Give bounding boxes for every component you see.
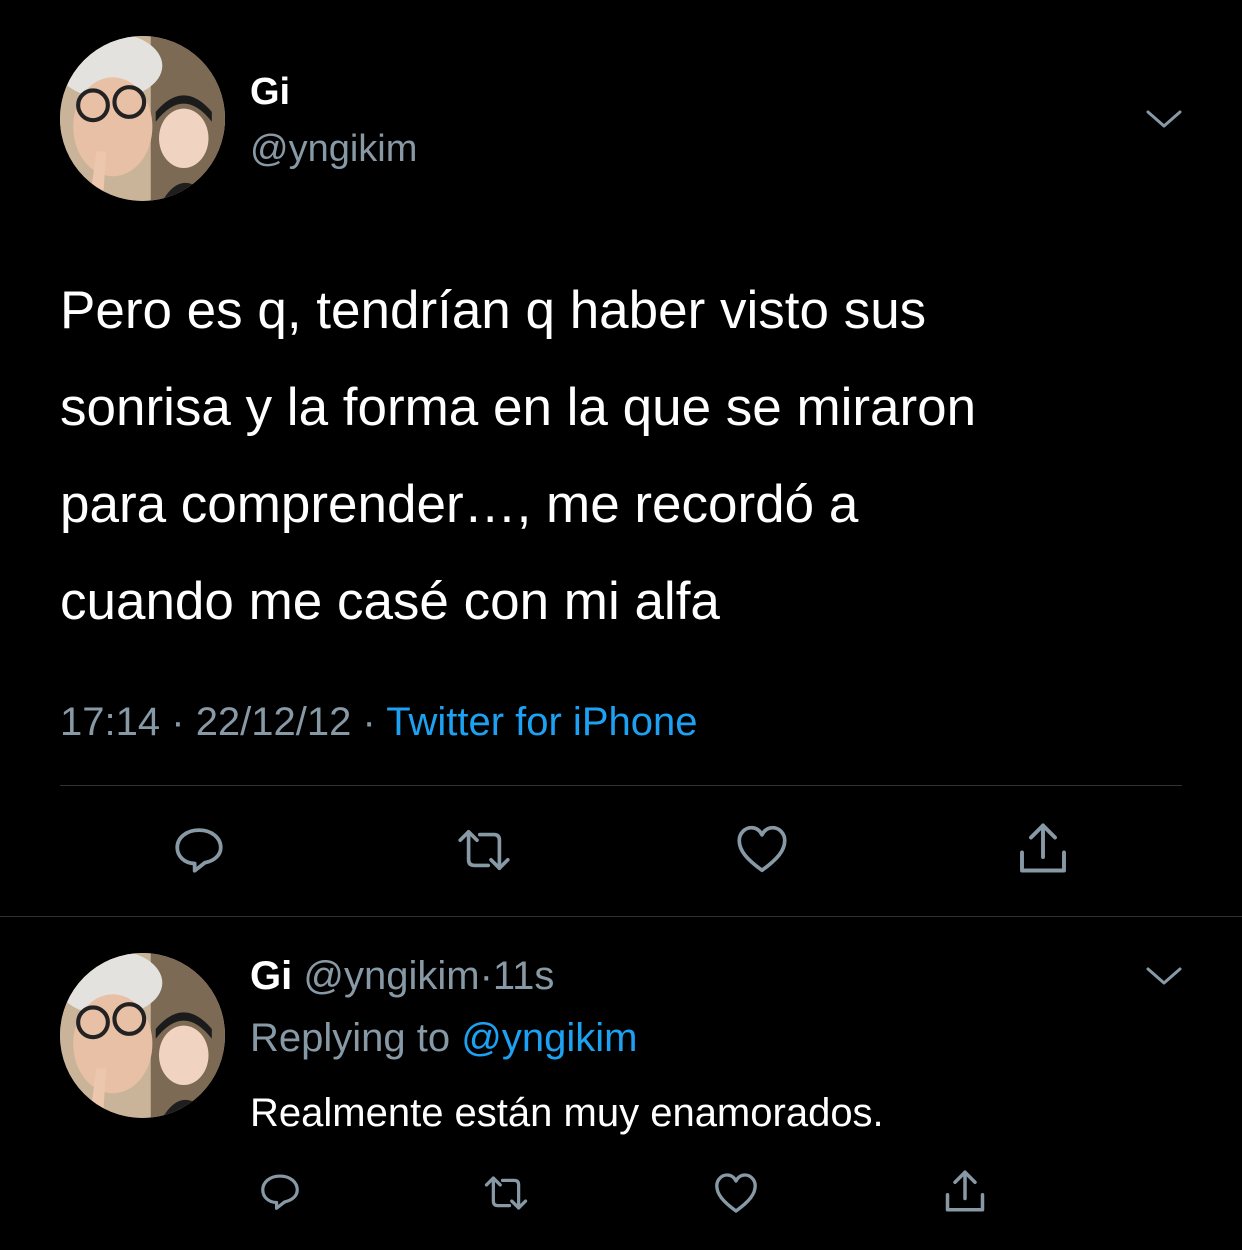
avatar-photo: [60, 36, 225, 201]
share-icon[interactable]: [940, 1166, 990, 1216]
replying-to: Replying to @yngikim: [250, 1014, 637, 1062]
chevron-down-icon[interactable]: [1144, 963, 1184, 989]
share-icon[interactable]: [1012, 818, 1074, 878]
reply-icon[interactable]: [257, 1168, 303, 1214]
divider: [0, 916, 1242, 917]
separator-dot: ·: [171, 700, 185, 744]
reply-age: 11s: [492, 954, 555, 998]
like-icon[interactable]: [712, 1170, 760, 1216]
separator-dot: ·: [479, 954, 493, 998]
retweet-icon[interactable]: [452, 822, 516, 878]
author-name[interactable]: Gi: [250, 954, 292, 998]
author-handle[interactable]: @yngikim: [303, 954, 479, 998]
divider: [60, 785, 1182, 786]
reply-icon[interactable]: [170, 820, 228, 878]
reply-header: Gi @yngikim·11s: [250, 952, 554, 1000]
avatar[interactable]: [60, 36, 225, 201]
tweet-text-line: Pero es q, tendrían q haber visto sus: [60, 281, 927, 340]
avatar-photo: [60, 953, 225, 1118]
replying-to-label: Replying to: [250, 1016, 451, 1060]
tweet-date: 22/12/12: [195, 700, 352, 744]
chevron-down-icon[interactable]: [1144, 106, 1184, 132]
tweet-time: 17:14: [60, 700, 161, 744]
tweet-source-link[interactable]: Twitter for iPhone: [386, 700, 697, 744]
like-icon[interactable]: [733, 822, 791, 876]
tweet-text-line: cuando me casé con mi alfa: [60, 572, 720, 631]
tweet-text: Pero es q, tendrían q haber visto sus so…: [60, 262, 976, 650]
tweet-text-line: para comprender…, me recordó a: [60, 475, 859, 534]
author-name[interactable]: Gi: [250, 70, 290, 114]
replying-to-handle[interactable]: @yngikim: [461, 1016, 637, 1060]
tweet-text-line: sonrisa y la forma en la que se miraron: [60, 378, 977, 437]
reply-text: Realmente están muy enamorados.: [250, 1091, 884, 1135]
author-handle[interactable]: @yngikim: [250, 126, 417, 172]
separator-dot: ·: [362, 700, 376, 744]
retweet-icon[interactable]: [480, 1170, 532, 1216]
avatar[interactable]: [60, 953, 225, 1118]
tweet-meta: 17:14 · 22/12/12 · Twitter for iPhone: [60, 698, 697, 746]
